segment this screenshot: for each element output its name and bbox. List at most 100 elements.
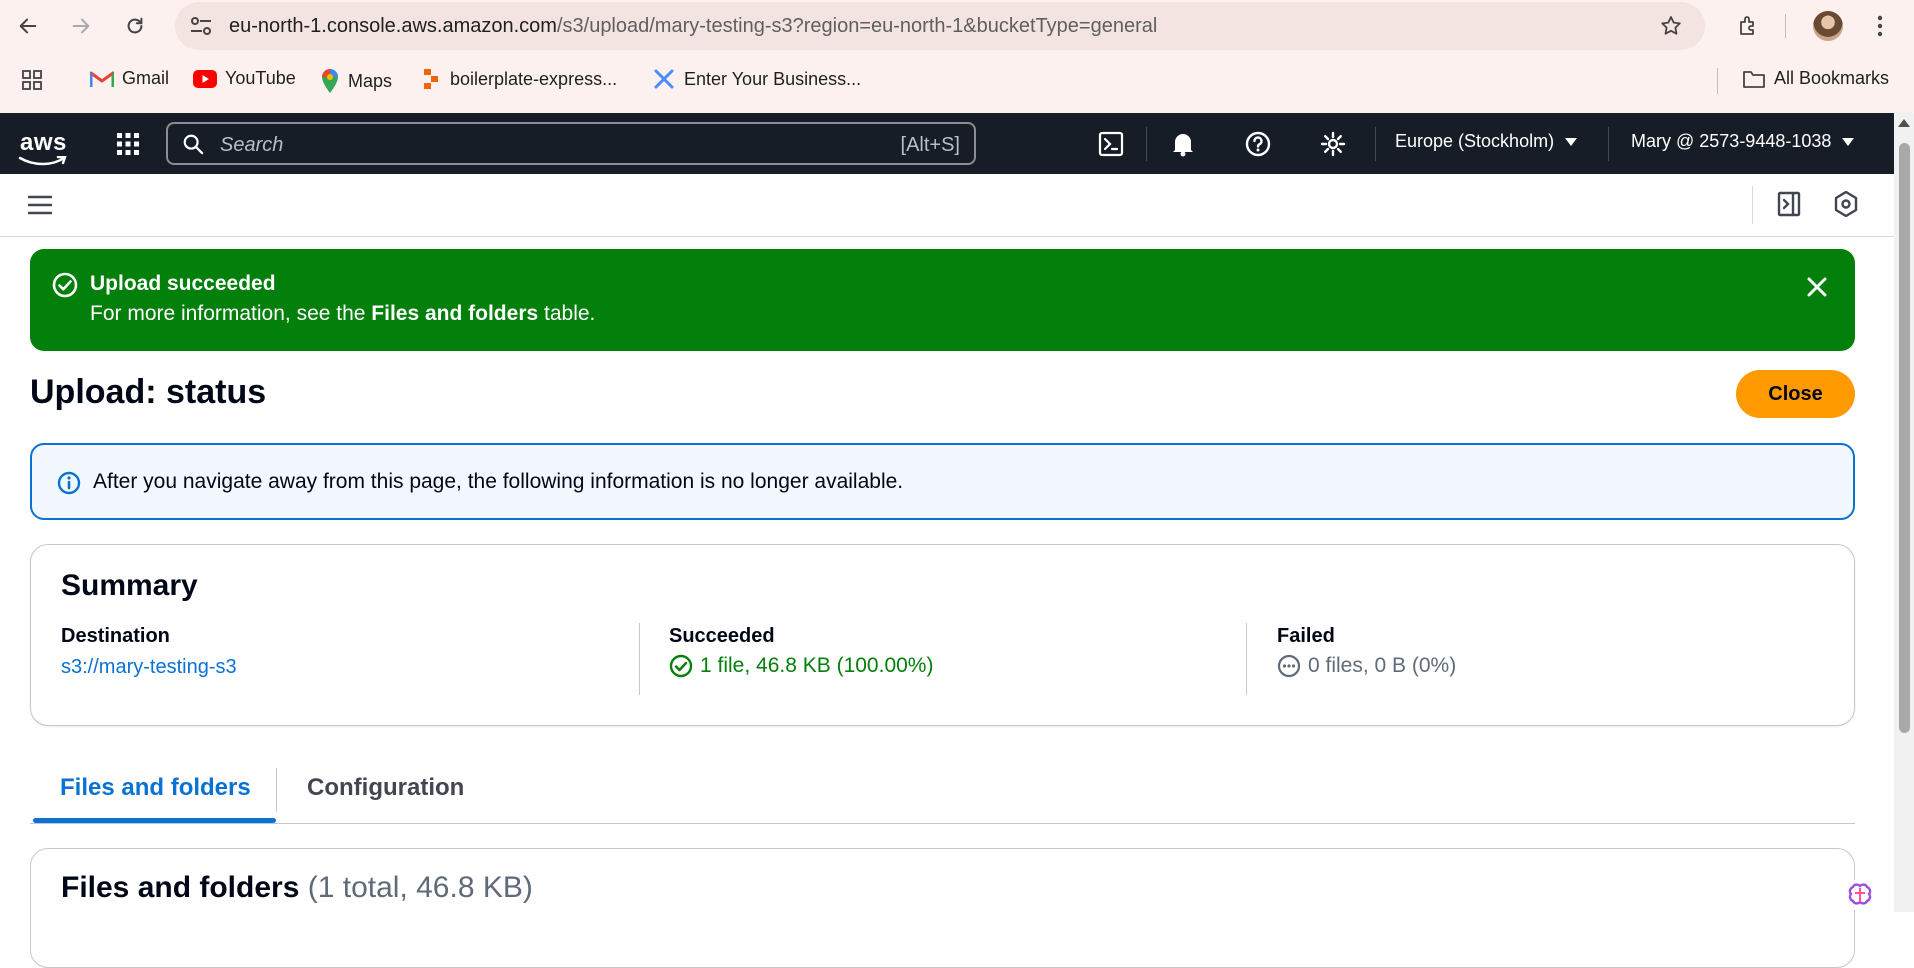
scroll-up-arrow-icon[interactable] (1898, 119, 1910, 127)
summary-container: Summary Destination s3://mary-testing-s3… (30, 544, 1855, 726)
destination-link[interactable]: s3://mary-testing-s3 (61, 656, 237, 679)
files-panel-title-text: Files and folders (61, 871, 300, 904)
aws-smile-icon (18, 156, 67, 166)
aws-logo-text: aws (20, 129, 67, 156)
bookmark-label: Enter Your Business... (684, 68, 862, 89)
reload-icon[interactable] (121, 12, 149, 40)
nav-divider (1608, 127, 1609, 161)
info-icon (57, 471, 81, 500)
scroll-thumb[interactable] (1899, 143, 1910, 733)
account-label: Mary @ 2573-9448-1038 (1631, 131, 1832, 151)
maps-icon (322, 69, 338, 93)
bookmark-boilerplate[interactable]: boilerplate-express... (422, 68, 617, 90)
bookmark-youtube[interactable]: YouTube (193, 68, 296, 89)
youtube-icon (193, 69, 217, 88)
summary-destination: Destination s3://mary-testing-s3 (61, 625, 237, 679)
apps-grid-icon[interactable] (20, 68, 44, 92)
shield-gear-icon[interactable] (1834, 190, 1858, 222)
bookmark-gmail[interactable]: Gmail (90, 68, 169, 89)
help-icon[interactable] (1243, 129, 1273, 159)
info-alert-text: After you navigate away from this page, … (93, 470, 904, 493)
bookmark-business[interactable]: Enter Your Business... (652, 68, 861, 90)
replit-icon (424, 69, 438, 89)
caret-down-icon (1842, 137, 1855, 146)
all-bookmarks-button[interactable]: All Bookmarks (1742, 68, 1889, 89)
failed-status: 0 files, 0 B (0%) (1277, 654, 1456, 678)
info-alert: After you navigate away from this page, … (30, 443, 1855, 520)
bookmarks-divider (1717, 68, 1718, 94)
console-sub-bar (0, 174, 1894, 237)
destination-label: Destination (61, 625, 170, 647)
flash-message: For more information, see the Files and … (90, 302, 595, 326)
forward-arrow-icon[interactable] (67, 12, 95, 40)
flash-title: Upload succeeded (90, 272, 276, 295)
settings-gear-icon[interactable] (1318, 129, 1348, 159)
bookmark-label: Maps (348, 70, 393, 91)
sub-bar-divider (1752, 186, 1753, 224)
page-title: Upload: status (30, 373, 267, 411)
failed-value: 0 files, 0 B (0%) (1308, 654, 1457, 677)
app-icon (654, 69, 674, 89)
site-info-icon[interactable] (189, 15, 213, 37)
back-arrow-icon[interactable] (14, 12, 42, 40)
hamburger-menu-icon[interactable] (27, 194, 53, 221)
region-selector[interactable]: Europe (Stockholm) (1395, 131, 1578, 152)
dismiss-close-icon[interactable] (1803, 273, 1831, 301)
tabs: Files and folders Configuration (30, 760, 1855, 824)
browser-toolbar: eu-north-1.console.aws.amazon.com/s3/upl… (0, 0, 1914, 113)
bookmark-star-icon[interactable] (1659, 14, 1683, 43)
tab-configuration[interactable]: Configuration (307, 774, 464, 802)
files-panel-title: Files and folders (1 total, 46.8 KB) (61, 871, 533, 905)
summary-title: Summary (61, 569, 198, 602)
profile-avatar[interactable] (1813, 11, 1843, 41)
aws-logo[interactable]: aws (18, 129, 67, 166)
services-grid-icon[interactable] (116, 132, 140, 161)
folder-icon (1743, 70, 1765, 88)
summary-failed: Failed 0 files, 0 B (0%) (1277, 625, 1456, 678)
url-path: /s3/upload/mary-testing-s3?region=eu-nor… (556, 15, 1158, 37)
account-menu[interactable]: Mary @ 2573-9448-1038 (1631, 131, 1855, 152)
search-shortcut: [Alt+S] (900, 134, 960, 156)
url-domain: eu-north-1.console.aws.amazon.com (229, 15, 557, 37)
caret-down-icon (1565, 137, 1578, 146)
aws-search-input[interactable]: Search [Alt+S] (166, 122, 976, 165)
flash-message-suffix: table. (538, 302, 596, 325)
url-text: eu-north-1.console.aws.amazon.com/s3/upl… (229, 15, 1157, 38)
gmail-icon (90, 71, 114, 87)
succeeded-value: 1 file, 46.8 KB (100.00%) (700, 654, 934, 677)
files-panel-count: (1 total, 46.8 KB) (307, 871, 533, 904)
ellipsis-status-icon (1277, 654, 1301, 678)
succeeded-label: Succeeded (669, 625, 775, 647)
upload-success-flash: Upload succeeded For more information, s… (30, 249, 1855, 351)
page-scrollbar[interactable] (1894, 113, 1914, 912)
search-placeholder: Search (220, 134, 284, 156)
cloudshell-icon[interactable] (1096, 129, 1126, 159)
aws-top-nav: aws Search [Alt+S] Europe (Stockholm) Ma… (0, 113, 1914, 174)
nav-divider (1375, 127, 1376, 161)
address-bar[interactable]: eu-north-1.console.aws.amazon.com/s3/upl… (175, 2, 1705, 50)
summary-divider (639, 623, 640, 695)
bookmark-label: YouTube (225, 68, 296, 88)
tab-divider (276, 768, 277, 812)
failed-label: Failed (1277, 625, 1335, 647)
summary-divider (1246, 623, 1247, 695)
files-and-folders-container: Files and folders (1 total, 46.8 KB) (30, 848, 1855, 968)
success-check-icon (52, 272, 78, 303)
success-check-icon (669, 654, 693, 678)
toolbar-divider (1785, 14, 1786, 38)
bell-icon[interactable] (1168, 129, 1198, 159)
tab-files-and-folders[interactable]: Files and folders (60, 774, 251, 802)
flash-message-prefix: For more information, see the (90, 302, 372, 325)
extensions-icon[interactable] (1732, 10, 1764, 42)
all-bookmarks-label: All Bookmarks (1774, 68, 1890, 88)
info-panel-icon[interactable] (1776, 191, 1802, 222)
nav-divider (1146, 127, 1147, 161)
flash-message-bold: Files and folders (371, 302, 539, 325)
search-icon (182, 133, 204, 160)
bookmark-maps[interactable]: Maps (320, 68, 392, 94)
assistant-brain-icon[interactable] (1843, 878, 1877, 912)
summary-succeeded: Succeeded 1 file, 46.8 KB (100.00%) (669, 625, 933, 678)
bookmark-label: Gmail (122, 68, 170, 88)
kebab-menu-icon[interactable] (1864, 10, 1896, 42)
close-button[interactable]: Close (1736, 370, 1855, 418)
